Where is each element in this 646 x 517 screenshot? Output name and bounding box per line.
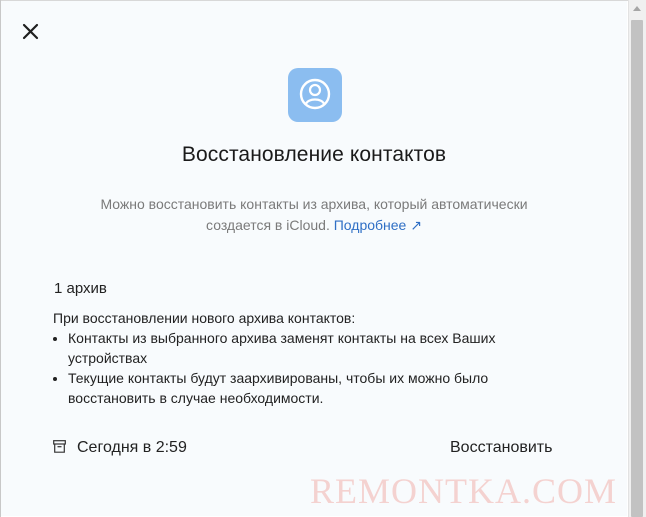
vertical-scrollbar[interactable] [628,0,646,517]
restore-info-bullet: Контакты из выбранного архива заменят ко… [68,328,553,368]
archive-row: Сегодня в 2:59 Восстановить [52,436,572,462]
dialog-description: Можно восстановить контакты из архива, к… [74,194,554,236]
restore-info-intro: При восстановлении нового архива контакт… [53,310,356,326]
description-text: Можно восстановить контакты из архива, к… [100,196,528,233]
site-watermark: REMONTKA.COM [310,471,618,511]
archive-date: Сегодня в 2:59 [77,439,187,456]
person-circle-icon [299,78,331,110]
external-link-icon: ↗ [410,217,422,233]
archive-box-icon [53,440,66,453]
contacts-app-icon [288,68,342,122]
window-top-border [0,0,628,1]
restore-contacts-window: Восстановление контактов Можно восстанов… [0,0,646,517]
close-button[interactable] [20,21,42,43]
scroll-up-arrow-icon[interactable] [633,6,641,11]
learn-more-label: Подробнее [333,217,407,233]
window-left-border [0,0,1,517]
dialog-title: Восстановление контактов [181,143,447,166]
restore-info-bullet: Текущие контакты будут заархивированы, ч… [68,368,553,408]
scrollbar-thumb[interactable] [631,20,643,517]
restore-button[interactable]: Восстановить [450,439,552,457]
restore-info-list: Контакты из выбранного архива заменят ко… [53,328,553,408]
learn-more-link[interactable]: Подробнее ↗ [334,217,422,233]
restore-info: При восстановлении нового архива контакт… [53,308,553,408]
archive-count: 1 архив [54,280,107,297]
close-icon [22,23,39,40]
